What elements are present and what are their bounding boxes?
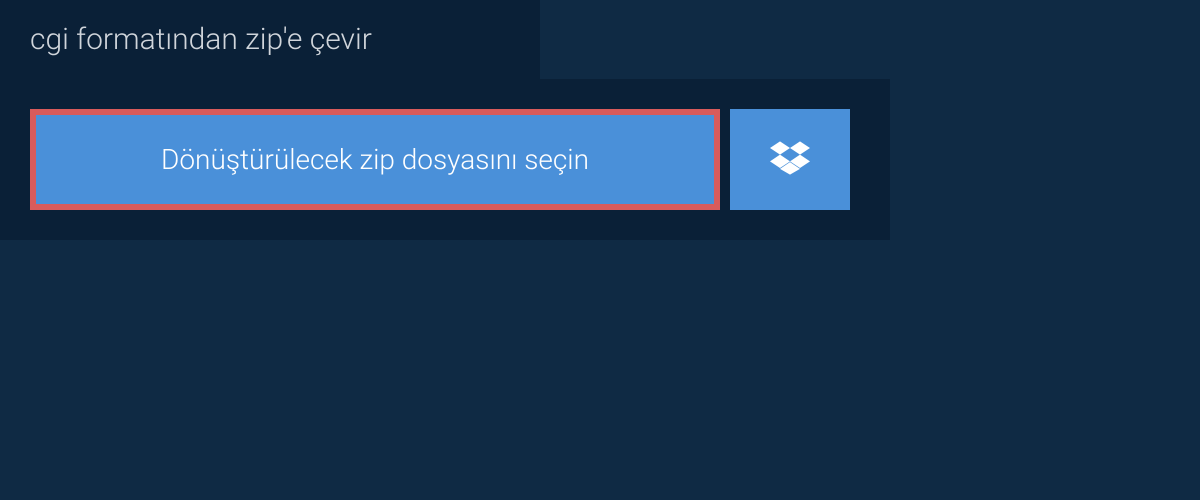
select-file-label: Dönüştürülecek zip dosyasını seçin [161,143,589,176]
select-file-button[interactable]: Dönüştürülecek zip dosyasını seçin [30,109,720,210]
content-area [0,240,1200,500]
dropbox-icon [770,138,810,182]
file-select-panel: Dönüştürülecek zip dosyasını seçin [0,79,890,240]
page-title: cgi formatından zip'e çevir [0,0,540,79]
dropbox-button[interactable] [730,109,850,210]
